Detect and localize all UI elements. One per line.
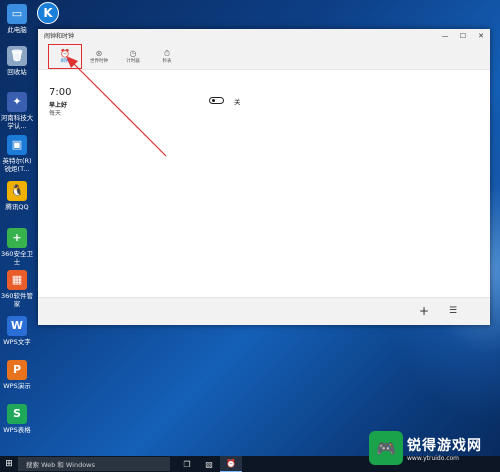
arrow-line [71, 61, 167, 157]
annotation-arrow [66, 56, 167, 157]
task-view-icon[interactable]: ❐ [176, 456, 198, 472]
site-watermark: 🎮 锐得游戏网 www.ytruido.com [369, 426, 494, 470]
start-button[interactable]: ⊞ [0, 456, 18, 472]
watermark-name: 锐得游戏网 [407, 437, 482, 454]
gamepad-logo-icon: 🎮 [369, 431, 403, 465]
watermark-url: www.ytruido.com [407, 454, 460, 462]
alarm-app-icon[interactable]: ⏰ [220, 456, 242, 472]
app-window-icon[interactable]: ▧ [198, 456, 220, 472]
taskbar-search[interactable]: 搜索 Web 和 Windows [18, 457, 170, 471]
taskbar-apps: ❐ ▧ ⏰ [176, 456, 242, 472]
